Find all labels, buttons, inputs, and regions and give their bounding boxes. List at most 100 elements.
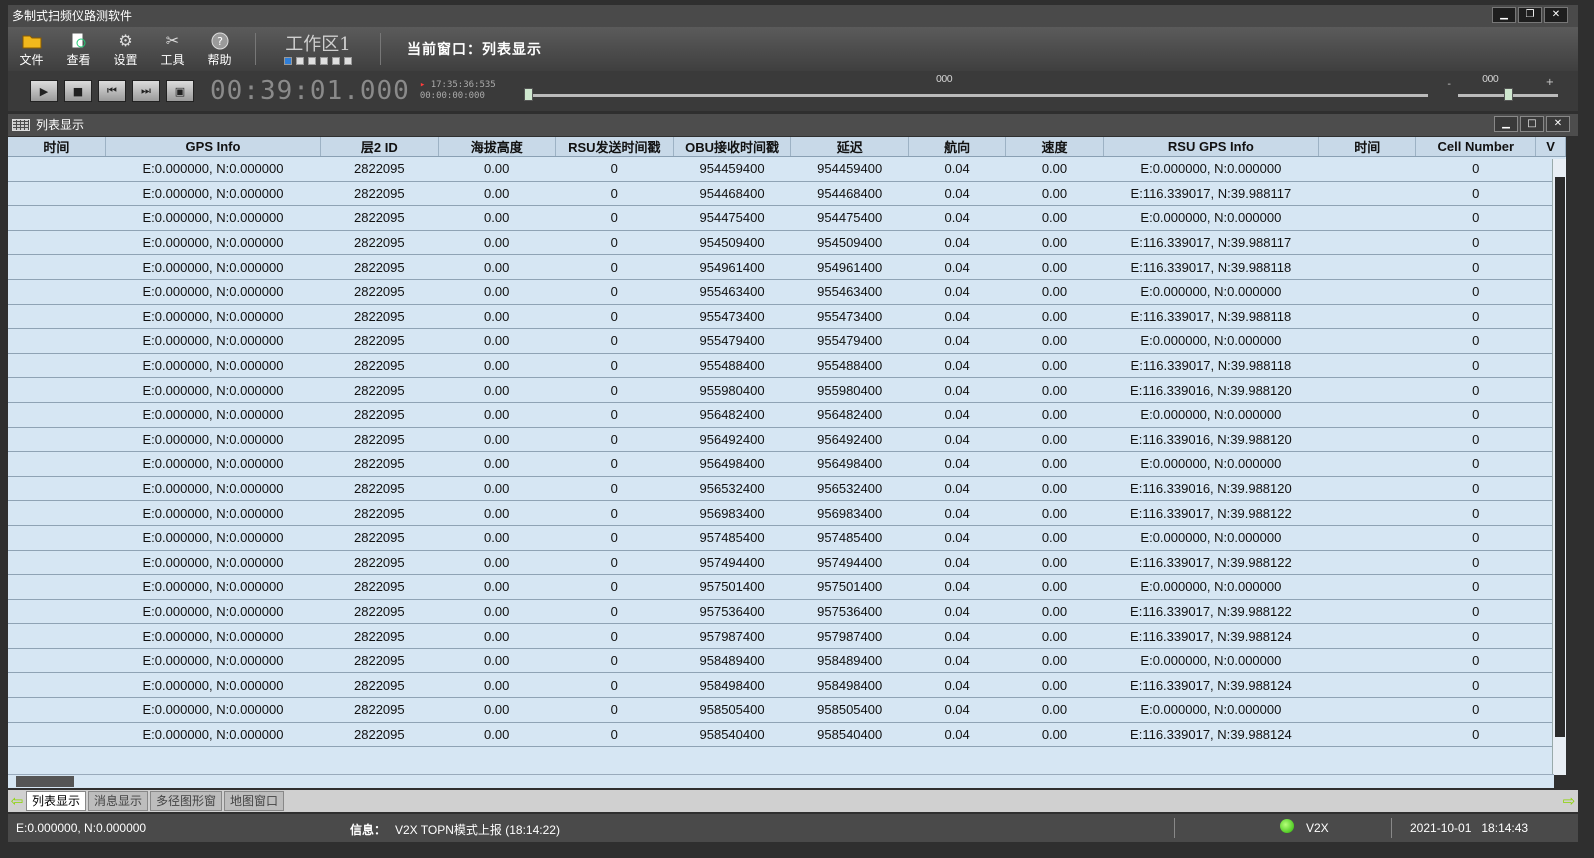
table-row[interactable]: E:0.000000, N:0.000000 2822095 0.00 0 958498… — [8, 672, 1566, 699]
tab-3[interactable]: 多径图形窗 — [150, 791, 223, 811]
column-header[interactable]: 速度 — [1005, 137, 1104, 157]
play-button[interactable]: ▶ — [30, 80, 58, 102]
table-row[interactable]: E:0.000000, N:0.000000 2822095 0.00 0 958489… — [8, 648, 1566, 674]
column-header[interactable]: 海拔高度 — [438, 137, 556, 157]
timestamp-readout: ▸ 17:35:36:535 00:00:00:000 — [420, 80, 496, 102]
timeline-handle[interactable] — [523, 88, 533, 101]
table-cell: 2822095 — [320, 672, 439, 699]
column-header[interactable]: V — [1535, 137, 1566, 157]
table-cell — [1318, 181, 1416, 207]
tab-1[interactable]: 列表显示 — [26, 791, 87, 811]
table-row[interactable]: E:0.000000, N:0.000000 2822095 0.00 0 955479… — [8, 328, 1566, 354]
table-row[interactable]: E:0.000000, N:0.000000 2822095 0.00 0 955473… — [8, 304, 1566, 330]
column-header[interactable]: 层2 ID — [320, 137, 439, 157]
tab-2[interactable]: 消息显示 — [88, 791, 149, 811]
horizontal-scrollbar[interactable] — [8, 774, 1554, 788]
table-row[interactable]: E:0.000000, N:0.000000 2822095 0.00 0 956983… — [8, 500, 1566, 526]
table-row[interactable]: E:0.000000, N:0.000000 2822095 0.00 0 957501… — [8, 574, 1566, 600]
column-header[interactable]: 延迟 — [790, 137, 909, 157]
table-cell: E:0.000000, N:0.000000 — [1103, 156, 1319, 182]
table-row[interactable]: E:0.000000, N:0.000000 2822095 0.00 0 956492… — [8, 427, 1566, 453]
table-cell: E:0.000000, N:0.000000 — [105, 451, 321, 477]
tab-4[interactable]: 地图窗口 — [224, 791, 285, 811]
file-button[interactable]: 文件 — [8, 27, 55, 71]
table-cell: 0.00 — [1005, 697, 1104, 723]
table-cell — [1318, 451, 1416, 477]
close-button[interactable]: ✕ — [1544, 7, 1568, 23]
view-label: 查看 — [66, 52, 91, 67]
workspace-dot-2[interactable] — [296, 56, 304, 65]
timeline-label: 000 — [935, 74, 953, 85]
horizontal-scroll-thumb[interactable] — [16, 776, 74, 787]
timeline-track[interactable] — [523, 94, 1428, 97]
table-row[interactable]: E:0.000000, N:0.000000 2822095 0.00 0 956482… — [8, 402, 1566, 428]
column-header[interactable]: GPS Info — [105, 137, 322, 157]
column-header[interactable]: 时间 — [8, 137, 106, 157]
data-table: 时间 GPS Info 层2 ID 海拔高度 RSU发送时间戳 OBU接收时间戳 延迟 航向速… — [8, 137, 1566, 748]
record-button[interactable]: ▣ — [166, 80, 194, 102]
table-cell — [8, 672, 106, 699]
table-row[interactable]: E:0.000000, N:0.000000 2822095 0.00 0 954475… — [8, 205, 1566, 231]
stop-button[interactable]: ■ — [64, 80, 92, 102]
column-header[interactable]: OBU接收时间戳 — [673, 137, 792, 157]
table-row[interactable]: E:0.000000, N:0.000000 2822095 0.00 0 956498… — [8, 451, 1566, 477]
tab-scroll-right-icon[interactable]: ⇨ — [1560, 792, 1578, 810]
column-header[interactable]: RSU发送时间戳 — [555, 137, 674, 157]
restore-button[interactable]: ❐ — [1518, 7, 1542, 23]
minimize-button[interactable]: ▁ — [1492, 7, 1516, 23]
workspace-dot-1[interactable] — [284, 56, 292, 65]
table-row[interactable]: E:0.000000, N:0.000000 2822095 0.00 0 955488… — [8, 353, 1566, 379]
column-header[interactable]: Cell Number — [1415, 137, 1537, 157]
table-cell — [8, 476, 106, 502]
table-row[interactable]: E:0.000000, N:0.000000 2822095 0.00 0 954468… — [8, 181, 1566, 207]
panel-maximize-button[interactable]: □ — [1520, 116, 1544, 132]
zoom-handle[interactable] — [1504, 88, 1513, 101]
table-row[interactable]: E:0.000000, N:0.000000 2822095 0.00 0 954509… — [8, 230, 1566, 256]
vertical-scrollbar[interactable] — [1552, 159, 1566, 775]
next-button[interactable]: ⏭ — [132, 80, 160, 102]
table-cell — [8, 205, 106, 231]
table-cell: E:0.000000, N:0.000000 — [105, 574, 321, 600]
panel-close-button[interactable]: ✕ — [1546, 116, 1570, 132]
column-header[interactable]: 航向 — [908, 137, 1007, 157]
table-cell: E:116.339017, N:39.988122 — [1103, 599, 1319, 625]
workspace-dot-5[interactable] — [332, 56, 340, 65]
table-cell — [8, 304, 106, 330]
column-header[interactable]: RSU GPS Info — [1103, 137, 1320, 157]
help-button[interactable]: ? 帮助 — [196, 27, 243, 71]
workspace-dot-3[interactable] — [308, 56, 316, 65]
table-row[interactable]: E:0.000000, N:0.000000 2822095 0.00 0 956532… — [8, 476, 1566, 502]
column-header[interactable]: 时间 — [1318, 137, 1417, 157]
workspace-dot-6[interactable] — [344, 56, 352, 65]
table-cell: 0.00 — [1005, 377, 1104, 403]
table-row[interactable]: E:0.000000, N:0.000000 2822095 0.00 0 955980… — [8, 377, 1566, 403]
table-row[interactable]: E:0.000000, N:0.000000 2822095 0.00 0 957536… — [8, 599, 1566, 625]
table-row[interactable]: E:0.000000, N:0.000000 2822095 0.00 0 957494… — [8, 550, 1566, 576]
table-row[interactable]: E:0.000000, N:0.000000 2822095 0.00 0 955463… — [8, 279, 1566, 305]
table-cell: 956492400 — [673, 427, 791, 453]
settings-button[interactable]: ⚙ 设置 — [102, 27, 149, 71]
table-row[interactable]: E:0.000000, N:0.000000 2822095 0.00 0 958505… — [8, 697, 1566, 723]
table-cell — [8, 402, 106, 428]
table-cell: 2822095 — [320, 599, 439, 625]
vertical-scroll-thumb[interactable] — [1555, 177, 1565, 737]
table-row[interactable]: E:0.000000, N:0.000000 2822095 0.00 0 954459… — [8, 156, 1566, 182]
table-row[interactable]: E:0.000000, N:0.000000 2822095 0.00 0 958540… — [8, 722, 1566, 748]
table-cell: 957501400 — [673, 574, 791, 600]
tools-button[interactable]: ✂ 工具 — [149, 27, 196, 71]
zoom-plus-button[interactable]: + — [1546, 77, 1554, 88]
workspace-dot-4[interactable] — [320, 56, 328, 65]
table-row[interactable]: E:0.000000, N:0.000000 2822095 0.00 0 957987… — [8, 623, 1566, 649]
workspace-selector[interactable]: 工作区1 — [268, 34, 368, 65]
tab-scroll-left-icon[interactable]: ⇦ — [8, 792, 26, 810]
panel-minimize-button[interactable]: ▁ — [1494, 116, 1518, 132]
previous-button[interactable]: ⏮ — [98, 80, 126, 102]
window-title: 多制式扫频仪路测软件 — [12, 9, 133, 23]
table-cell: 0.00 — [438, 279, 556, 305]
table-row[interactable]: E:0.000000, N:0.000000 2822095 0.00 0 954961… — [8, 254, 1566, 280]
table-cell: E:0.000000, N:0.000000 — [1103, 525, 1319, 551]
zoom-minus-button[interactable]: - — [1447, 79, 1450, 90]
view-button[interactable]: 查看 — [55, 27, 102, 71]
table-row[interactable]: E:0.000000, N:0.000000 2822095 0.00 0 957485… — [8, 525, 1566, 551]
table-cell — [8, 156, 106, 182]
